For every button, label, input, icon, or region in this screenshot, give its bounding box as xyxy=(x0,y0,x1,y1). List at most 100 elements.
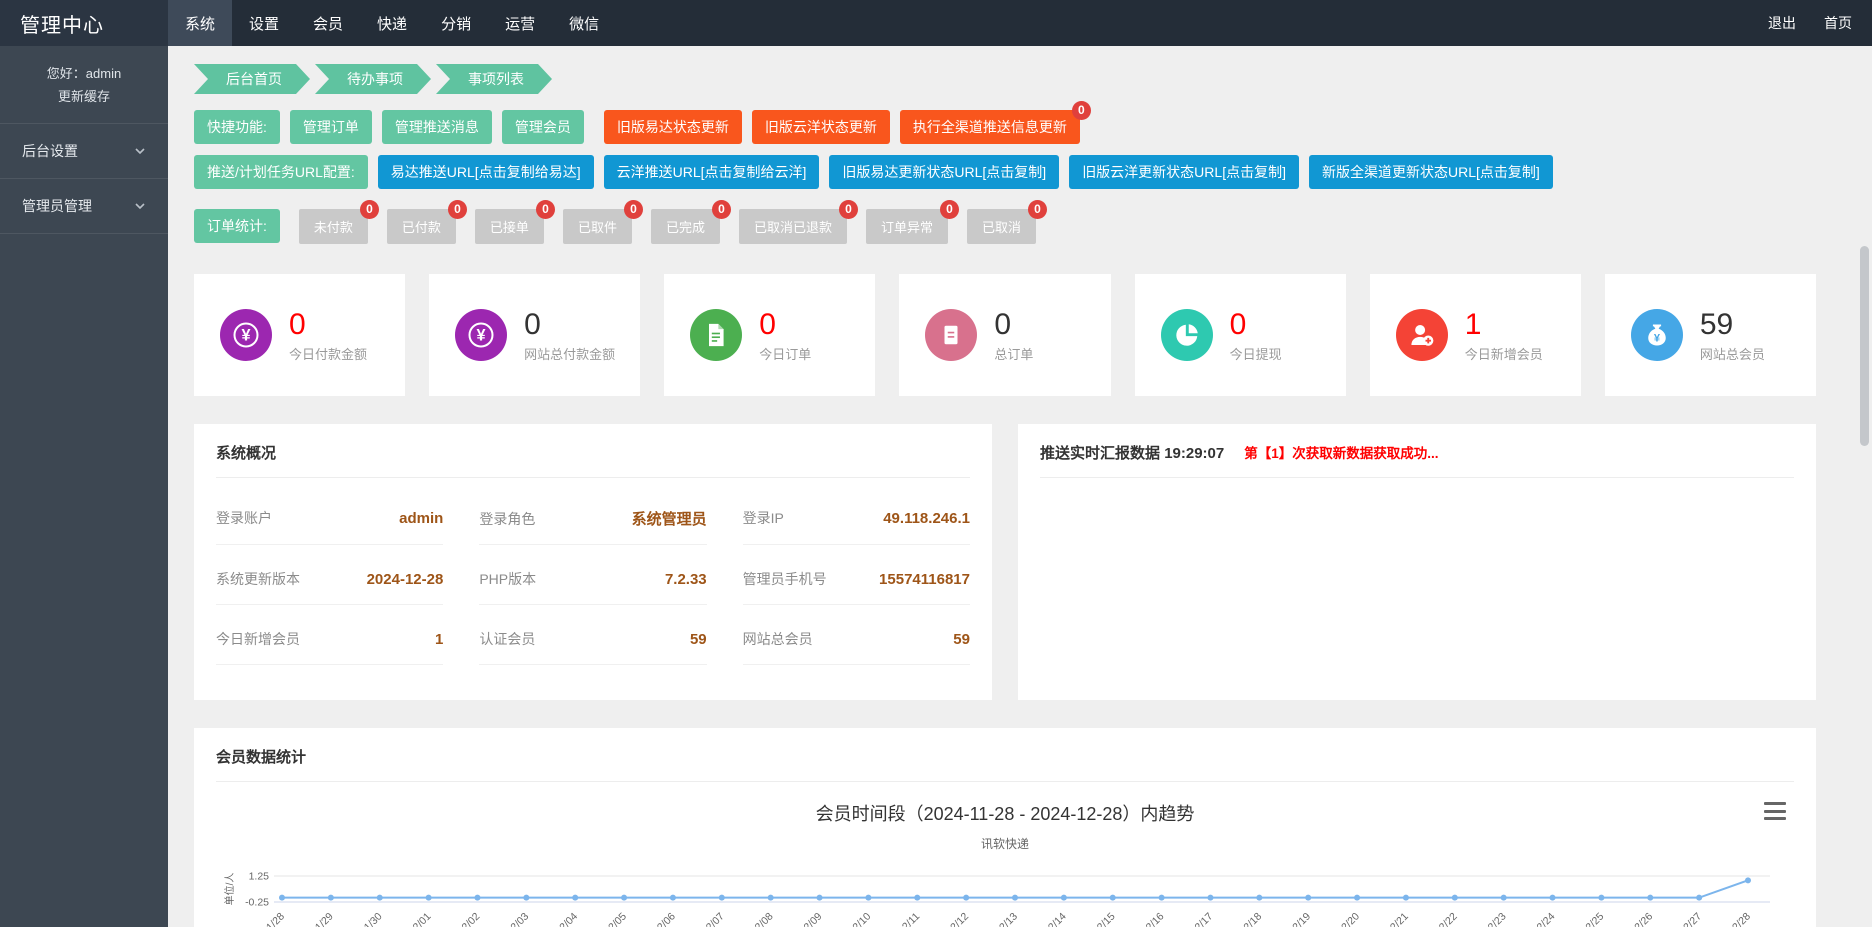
order-status-label: 已付款 xyxy=(402,220,441,235)
order-status-badge[interactable]: 已取消0 xyxy=(967,209,1036,244)
url-copy-button[interactable]: 旧版易达更新状态URL[点击复制] xyxy=(829,155,1059,189)
order-status-badge[interactable]: 未付款0 xyxy=(299,209,368,244)
url-copy-button[interactable]: 新版全渠道更新状态URL[点击复制] xyxy=(1309,155,1553,189)
overview-field: PHP版本 7.2.33 xyxy=(479,545,706,605)
order-status-badges: 未付款0 已付款0 已接单0 已取件0 已完成0 已取消已退款0 订单异常0 已取消0 xyxy=(299,209,1036,244)
order-count-badge: 0 xyxy=(448,200,467,219)
nav-item[interactable]: 快递 xyxy=(360,0,424,46)
svg-text:11/30: 11/30 xyxy=(358,910,385,927)
breadcrumb: 后台首页待办事项事项列表 xyxy=(194,64,1816,94)
svg-text:12/10: 12/10 xyxy=(846,910,873,927)
top-nav: 系统设置会员快递分销运营微信 xyxy=(168,0,616,46)
svg-text:-0.25: -0.25 xyxy=(245,897,269,909)
quick-actions-row: 快捷功能: 管理订单管理推送消息管理会员 旧版易达状态更新旧版云洋状态更新执行全… xyxy=(194,110,1816,144)
order-status-label: 已取件 xyxy=(578,220,617,235)
stat-card-value: 1 xyxy=(1465,308,1543,341)
order-count-badge: 0 xyxy=(940,200,959,219)
breadcrumb-item[interactable]: 事项列表 xyxy=(436,64,552,94)
order-status-badge[interactable]: 已完成0 xyxy=(651,209,720,244)
url-copy-button[interactable]: 云洋推送URL[点击复制给云洋] xyxy=(604,155,820,189)
overview-field-value: 49.118.246.1 xyxy=(883,510,970,527)
order-list-icon xyxy=(925,309,977,361)
system-overview-panel: 系统概况 登录账户 admin 登录角色 系统管理员 xyxy=(194,424,992,700)
stat-card-value: 0 xyxy=(524,308,615,341)
member-stats-panel: 会员数据统计 会员时间段（2024-11-28 - 2024-12-28）内趋势… xyxy=(194,728,1816,927)
home-link[interactable]: 首页 xyxy=(1824,13,1852,33)
order-count-badge: 0 xyxy=(1028,200,1047,219)
nav-item[interactable]: 设置 xyxy=(232,0,296,46)
url-copy-button[interactable]: 旧版云洋更新状态URL[点击复制] xyxy=(1069,155,1299,189)
breadcrumb-item[interactable]: 后台首页 xyxy=(194,64,310,94)
svg-text:单位/人: 单位/人 xyxy=(223,873,236,906)
svg-text:12/21: 12/21 xyxy=(1384,910,1411,927)
chart-title: 会员时间段（2024-11-28 - 2024-12-28）内趋势 xyxy=(216,800,1794,826)
sidebar-menu: 后台设置 管理员管理 xyxy=(0,123,168,234)
info-panels: 系统概况 登录账户 admin 登录角色 系统管理员 xyxy=(194,424,1816,700)
order-count-badge: 0 xyxy=(360,200,379,219)
sidebar-menu-label: 后台设置 xyxy=(22,141,78,161)
sidebar: 您好：admin 更新缓存 后台设置 管理员管理 xyxy=(0,46,168,927)
quick-action-button[interactable]: 管理订单 xyxy=(290,110,372,144)
stat-card-body: 0 今日提现 xyxy=(1230,308,1282,363)
overview-field-value: 1 xyxy=(435,631,443,648)
stat-card-value: 0 xyxy=(759,308,811,341)
scrollbar xyxy=(1860,46,1870,927)
stat-card-label: 今日订单 xyxy=(759,344,811,363)
nav-item[interactable]: 分销 xyxy=(424,0,488,46)
order-status-label: 已接单 xyxy=(490,220,529,235)
sidebar-greeting: 您好：admin 更新缓存 xyxy=(0,46,168,123)
chevron-down-icon xyxy=(134,145,146,157)
stat-card: ¥ 0 今日付款金额 xyxy=(194,274,405,396)
yen-coin-icon: ¥ xyxy=(220,309,272,361)
order-status-badge[interactable]: 已付款0 xyxy=(387,209,456,244)
nav-item[interactable]: 运营 xyxy=(488,0,552,46)
svg-text:11/29: 11/29 xyxy=(309,910,336,927)
order-status-badge[interactable]: 订单异常0 xyxy=(866,209,948,244)
stat-card: 0 今日提现 xyxy=(1135,274,1346,396)
stat-card: 1 今日新增会员 xyxy=(1370,274,1581,396)
order-status-badge[interactable]: 已取件0 xyxy=(563,209,632,244)
breadcrumb-item[interactable]: 待办事项 xyxy=(315,64,431,94)
overview-field-value: 7.2.33 xyxy=(665,571,707,588)
order-count-badge: 0 xyxy=(712,200,731,219)
order-count-badge: 0 xyxy=(536,200,555,219)
yen-coin-icon: ¥ xyxy=(455,309,507,361)
order-stats-label: 订单统计: xyxy=(194,209,280,243)
nav-item[interactable]: 微信 xyxy=(552,0,616,46)
logout-link[interactable]: 退出 xyxy=(1768,13,1796,33)
stat-card-value: 0 xyxy=(1230,308,1282,341)
scrollbar-thumb[interactable] xyxy=(1860,246,1869,446)
nav-right: 退出 首页 xyxy=(1768,0,1872,46)
quick-action-button[interactable]: 管理会员 xyxy=(502,110,584,144)
push-report-panel: 推送实时汇报数据 19:29:07 第【1】次获取新数据获取成功... xyxy=(1018,424,1816,700)
svg-text:12/25: 12/25 xyxy=(1579,910,1606,927)
svg-text:12/04: 12/04 xyxy=(553,910,580,927)
url-copy-button[interactable]: 易达推送URL[点击复制给易达] xyxy=(378,155,594,189)
overview-field: 管理员手机号 15574116817 xyxy=(743,545,970,605)
order-status-badge[interactable]: 已取消已退款0 xyxy=(739,209,847,244)
stat-card-label: 今日提现 xyxy=(1230,344,1282,363)
stat-card-value: 0 xyxy=(289,308,367,341)
order-status-badge[interactable]: 已接单0 xyxy=(475,209,544,244)
push-report-header: 推送实时汇报数据 19:29:07 第【1】次获取新数据获取成功... xyxy=(1040,442,1794,478)
system-overview-grid: 登录账户 admin 登录角色 系统管理员 登录IP 49.118.246.1 xyxy=(216,484,970,665)
refresh-cache-link[interactable]: 更新缓存 xyxy=(0,85,168,108)
nav-item[interactable]: 会员 xyxy=(296,0,360,46)
status-update-button[interactable]: 旧版易达状态更新 xyxy=(604,110,742,144)
stat-card-body: 59 网站总会员 xyxy=(1700,308,1765,363)
pie-chart-icon xyxy=(1161,309,1213,361)
overview-field-label: 系统更新版本 xyxy=(216,569,300,589)
chevron-down-icon xyxy=(134,200,146,212)
sidebar-menu-item[interactable]: 管理员管理 xyxy=(0,178,168,234)
status-update-button[interactable]: 执行全渠道推送信息更新0 xyxy=(900,110,1080,144)
chart-menu-icon[interactable] xyxy=(1764,802,1786,820)
order-count-badge: 0 xyxy=(839,200,858,219)
svg-text:12/27: 12/27 xyxy=(1677,910,1704,927)
sidebar-menu-item[interactable]: 后台设置 xyxy=(0,123,168,178)
svg-text:12/02: 12/02 xyxy=(455,910,482,927)
nav-item[interactable]: 系统 xyxy=(168,0,232,46)
stat-card-body: 0 网站总付款金额 xyxy=(524,308,615,363)
quick-action-button[interactable]: 管理推送消息 xyxy=(382,110,492,144)
add-user-icon xyxy=(1396,309,1448,361)
status-update-button[interactable]: 旧版云洋状态更新 xyxy=(752,110,890,144)
